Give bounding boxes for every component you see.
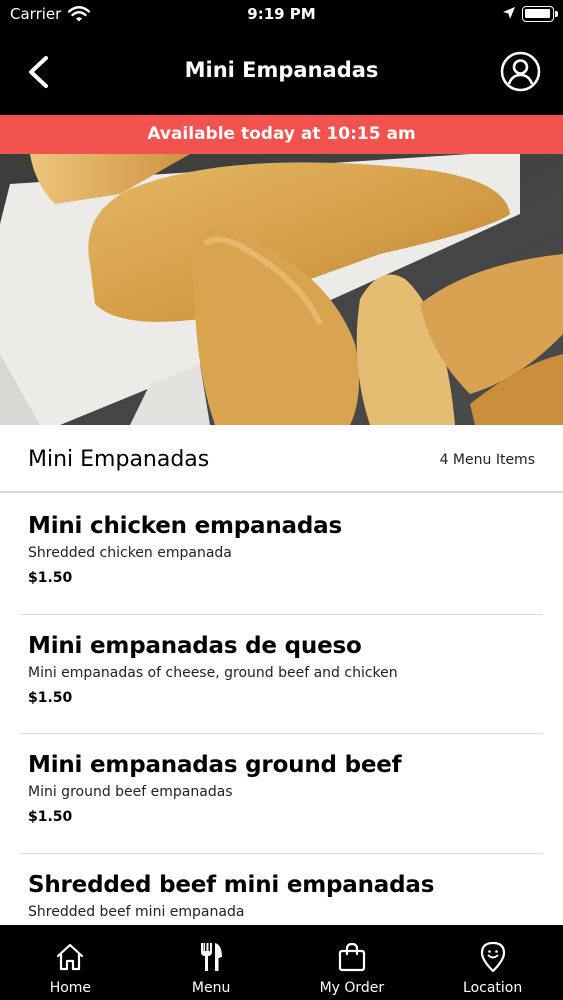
menu-item-price: $1.50 bbox=[28, 809, 73, 825]
home-icon bbox=[57, 943, 84, 971]
menu-item-price: $1.50 bbox=[28, 570, 73, 586]
tab-bar: Home Menu My Order Location bbox=[0, 925, 563, 1000]
menu-item[interactable]: Mini empanadas de queso Mini empanadas o… bbox=[0, 615, 563, 734]
menu-item-description: Mini ground beef empanadas bbox=[28, 784, 233, 800]
menu-item[interactable]: Mini empanadas ground beef Mini ground b… bbox=[0, 734, 563, 854]
tab-label: Menu bbox=[191, 980, 231, 996]
menu-item-name: Mini empanadas de queso bbox=[28, 632, 362, 659]
menu-item-name: Mini chicken empanadas bbox=[28, 513, 342, 539]
status-time: 9:19 PM bbox=[247, 5, 316, 23]
menu-item[interactable]: Mini chicken empanadas Shredded chicken … bbox=[0, 495, 563, 615]
hero-image bbox=[0, 154, 563, 425]
tab-label: My Order bbox=[319, 980, 385, 996]
shopping-bag-icon bbox=[338, 942, 365, 972]
menu-item-description: Mini empanadas of cheese, ground beef an… bbox=[28, 664, 398, 681]
menu-item-name: Mini empanadas ground beef bbox=[28, 752, 402, 778]
fork-knife-icon bbox=[201, 943, 223, 971]
menu-item-price: $1.50 bbox=[28, 689, 73, 706]
location-pin-icon bbox=[480, 941, 505, 973]
menu-item-count: 4 Menu Items bbox=[439, 452, 535, 468]
tab-my-order[interactable]: My Order bbox=[282, 925, 423, 1000]
tab-home[interactable]: Home bbox=[0, 925, 141, 1000]
availability-banner: Available today at 10:15 am bbox=[0, 115, 563, 154]
page-title: Mini Empanadas bbox=[184, 58, 379, 82]
nav-bar: Mini Empanadas bbox=[0, 30, 563, 115]
status-bar: Carrier 9:19 PM bbox=[0, 0, 563, 30]
tab-location[interactable]: Location bbox=[422, 925, 563, 1000]
menu-item-list: Mini chicken empanadas Shredded chicken … bbox=[0, 495, 563, 925]
menu-item[interactable]: Shredded beef mini empanadas Shredded be… bbox=[0, 854, 563, 926]
section-title: Mini Empanadas bbox=[28, 447, 210, 472]
tab-label: Home bbox=[49, 980, 92, 996]
tab-label: Location bbox=[463, 980, 523, 996]
battery-icon bbox=[522, 6, 558, 22]
section-header: Mini Empanadas 4 Menu Items bbox=[0, 425, 563, 493]
profile-icon[interactable] bbox=[500, 51, 541, 92]
menu-item-description: Shredded beef mini empanada bbox=[28, 903, 245, 920]
tab-menu[interactable]: Menu bbox=[141, 925, 282, 1000]
menu-item-description: Shredded chicken empanada bbox=[28, 545, 232, 561]
location-arrow-icon bbox=[503, 7, 515, 19]
menu-item-name: Shredded beef mini empanadas bbox=[28, 871, 435, 898]
